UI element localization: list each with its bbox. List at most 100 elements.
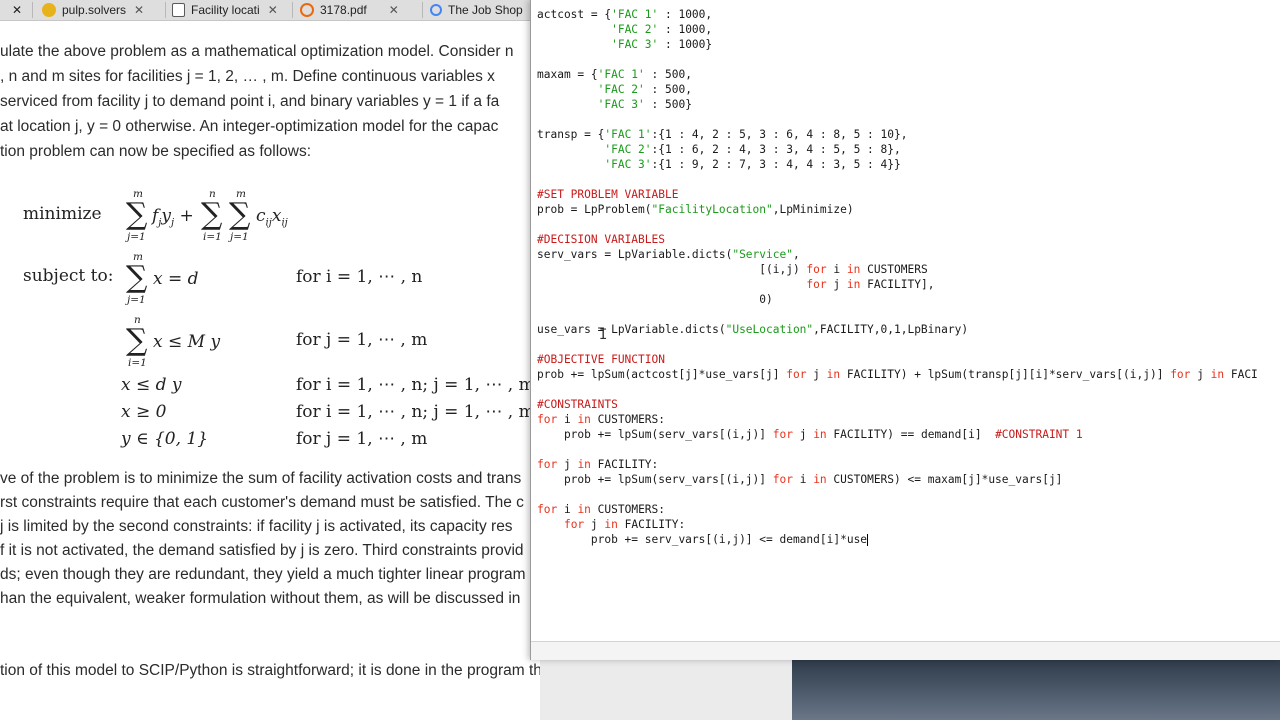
code-keyword: in (577, 503, 591, 516)
code-line[interactable]: transp = {'FAC 1':{1 : 4, 2 : 5, 3 : 6, … (537, 127, 907, 142)
tab-divider (32, 2, 33, 18)
code-line[interactable]: [(i,j) for i in CUSTOMERS (537, 262, 928, 277)
pulp-icon (42, 3, 56, 17)
code-text: FACILITY], (860, 278, 935, 291)
tab-label: The Job Shop (448, 3, 523, 17)
code-line[interactable]: prob += lpSum(actcost[j]*use_vars[j] for… (537, 367, 1258, 382)
code-string: 'FAC 3' (604, 158, 652, 171)
tab-3178-pdf[interactable]: 3178.pdf ✕ (300, 0, 418, 20)
code-line[interactable]: for i in CUSTOMERS: (537, 502, 665, 517)
code-comment: #CONSTRAINTS (537, 398, 618, 411)
doc-text-line: j is limited by the second constraints: … (0, 518, 513, 535)
code-line[interactable]: #SET PROBLEM VARIABLE (537, 187, 678, 202)
code-line[interactable]: for i in CUSTOMERS: (537, 412, 665, 427)
close-icon[interactable]: ✕ (268, 3, 278, 17)
code-text: maxam = { (537, 68, 598, 81)
code-keyword: for (537, 503, 558, 516)
code-keyword: for (1170, 368, 1191, 381)
code-keyword: in (846, 263, 861, 276)
tab-divider (165, 2, 166, 18)
code-editor-window[interactable]: actcost = {'FAC 1' : 1000, 'FAC 2' : 100… (530, 0, 1280, 660)
code-text: : 1000} (658, 38, 713, 51)
code-text: i (826, 263, 847, 276)
constraint-condition: for j = 1, ⋯ , m (296, 330, 428, 350)
tab-divider (292, 2, 293, 18)
code-line[interactable]: 'FAC 2' : 1000, (537, 22, 712, 37)
code-text: prob += lpSum(serv_vars[(i,j)] (537, 473, 773, 486)
code-line[interactable]: 'FAC 2' : 500, (537, 82, 692, 97)
code-line[interactable]: 'FAC 2':{1 : 6, 2 : 4, 3 : 3, 4 : 5, 5 :… (537, 142, 900, 157)
code-text: : 500, (644, 68, 692, 81)
minimize-label: minimize (23, 204, 102, 224)
doc-text-line: at location j, y = 0 otherwise. An integ… (0, 118, 499, 135)
text-caret (867, 534, 869, 546)
code-text: prob += lpSum(serv_vars[(i,j)] (537, 428, 773, 441)
document-icon (172, 3, 185, 17)
code-line[interactable]: #CONSTRAINTS (537, 397, 618, 412)
code-keyword: in (813, 473, 827, 486)
code-comment: #DECISION VARIABLES (537, 233, 665, 246)
close-icon[interactable]: ✕ (134, 3, 144, 17)
code-line[interactable]: prob = LpProblem("FacilityLocation",LpMi… (537, 202, 854, 217)
code-text: transp = { (537, 128, 605, 141)
code-line[interactable]: #DECISION VARIABLES (537, 232, 665, 247)
doc-text-line: serviced from facility j to demand point… (0, 93, 500, 110)
code-line[interactable]: for j in FACILITY: (537, 517, 685, 532)
code-text: CUSTOMERS (860, 263, 928, 276)
tab-job-shop[interactable]: The Job Shop (430, 0, 530, 20)
doc-text-line: tion problem can now be specified as fol… (0, 143, 312, 160)
constraint-condition: for i = 1, ⋯ , n (296, 267, 423, 287)
code-line[interactable]: prob += serv_vars[(i,j)] <= demand[i]*us… (537, 532, 869, 547)
code-string: 'FAC 3' (611, 38, 659, 51)
code-line[interactable]: 'FAC 3' : 1000} (537, 37, 712, 52)
tab-divider (422, 2, 423, 18)
doc-text-line: ve of the problem is to minimize the sum… (0, 470, 522, 487)
code-keyword: for (563, 518, 585, 531)
code-string: 'FAC 3' (597, 98, 645, 111)
code-string: 'FAC 1' (604, 128, 652, 141)
code-line[interactable]: prob += lpSum(serv_vars[(i,j)] for j in … (537, 427, 1083, 442)
code-keyword: in (577, 458, 591, 471)
google-icon (430, 4, 442, 16)
code-line[interactable]: maxam = {'FAC 1' : 500, (537, 67, 692, 82)
code-line[interactable]: 0) (537, 292, 772, 307)
code-text: j (1190, 368, 1211, 381)
code-line[interactable]: #OBJECTIVE FUNCTION (537, 352, 665, 367)
tab-facility-location[interactable]: Facility locati ✕ (172, 0, 290, 20)
code-keyword: for (537, 413, 558, 426)
code-keyword: in (1210, 368, 1225, 381)
code-keyword: for (772, 473, 793, 486)
tab-label: Facility locati (191, 3, 260, 17)
code-line[interactable]: serv_vars = LpVariable.dicts("Service", (537, 247, 800, 262)
code-line[interactable]: for j in FACILITY: (537, 457, 658, 472)
tab-pulp-solvers[interactable]: pulp.solvers ✕ (42, 0, 162, 20)
tab-label: 3178.pdf (320, 3, 367, 17)
code-keyword: for (772, 428, 793, 441)
code-keyword: in (826, 368, 841, 381)
code-line[interactable]: for j in FACILITY], (537, 277, 934, 292)
constraint-lhs: x = d (153, 269, 199, 289)
close-icon[interactable]: ✕ (12, 3, 22, 17)
code-string: 'FAC 2' (597, 83, 645, 96)
code-string: "FacilityLocation" (651, 203, 773, 216)
constraint-lhs: x ≤ d y (121, 375, 182, 395)
code-line[interactable]: actcost = {'FAC 1' : 1000, (537, 7, 712, 22)
constraint-lhs: y ∈ {0, 1} (121, 429, 209, 449)
doc-text-line: rst constraints require that each custom… (0, 494, 524, 511)
close-icon[interactable]: ✕ (389, 3, 399, 17)
code-text: i (792, 473, 814, 486)
code-text: CUSTOMERS: (590, 413, 666, 426)
code-string: 'FAC 2' (604, 143, 652, 156)
code-text: FACILITY) == demand[i] (826, 428, 996, 441)
tab-close-left[interactable]: ✕ (12, 0, 28, 20)
code-text: ,FACILITY,0,1,LpBinary) (813, 323, 969, 336)
code-text: , (792, 248, 800, 261)
code-line[interactable]: 'FAC 3' : 500} (537, 97, 692, 112)
code-line[interactable]: 'FAC 3':{1 : 9, 2 : 7, 3 : 4, 4 : 3, 5 :… (537, 157, 900, 172)
doc-text-line: han the equivalent, weaker formulation w… (0, 590, 521, 607)
code-line[interactable]: prob += lpSum(serv_vars[(i,j)] for i in … (537, 472, 1062, 487)
code-string: 'FAC 1' (611, 8, 659, 21)
code-keyword: for (786, 368, 807, 381)
